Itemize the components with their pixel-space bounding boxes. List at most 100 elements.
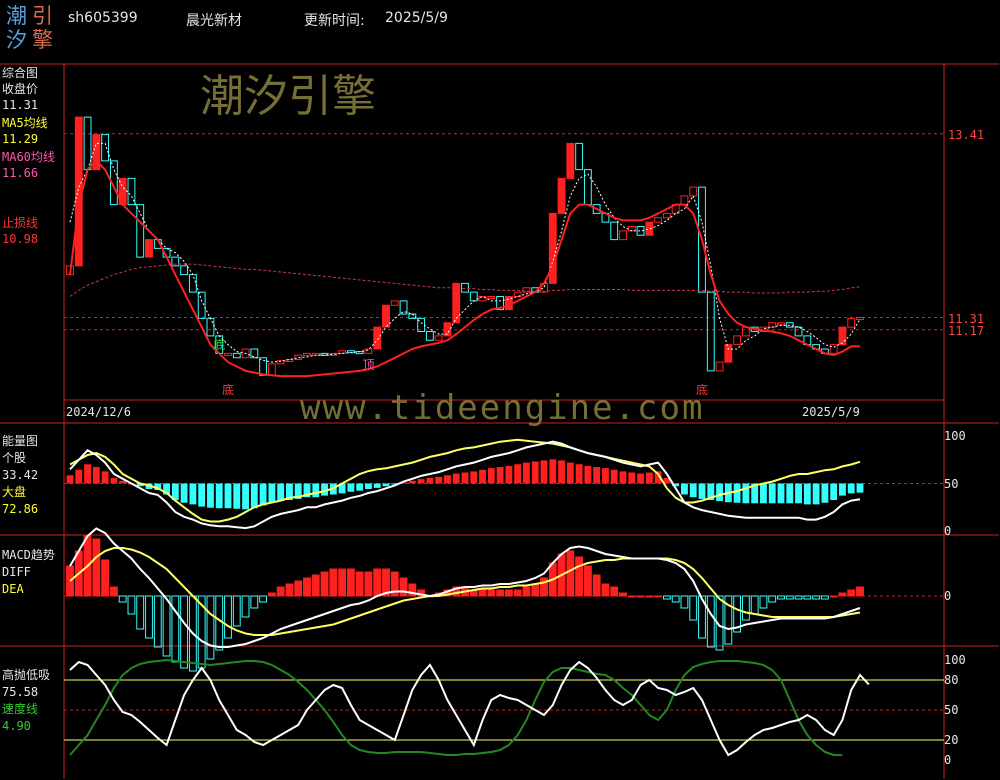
macd-bar <box>118 595 127 603</box>
energy-bar <box>637 473 644 484</box>
candle-bar <box>145 239 153 258</box>
main-legend-label: 10.98 <box>2 232 39 246</box>
energy-bar <box>224 483 232 509</box>
energy-bar <box>689 483 697 498</box>
main-legend-label: 收盘价 <box>2 82 39 96</box>
main-legend-label: MA60均线 <box>2 150 55 164</box>
energy-bar <box>549 459 557 484</box>
energy-bar <box>839 483 846 496</box>
energy-legend-label: 能量图 <box>2 434 39 448</box>
energy-bar <box>435 476 443 484</box>
candle-bar <box>101 134 110 162</box>
candle-bar <box>847 317 856 328</box>
energy-legend-label: 大盘 <box>2 485 27 499</box>
energy-bar <box>444 475 451 484</box>
main-legend-label: MA5均线 <box>2 116 48 130</box>
energy-bar <box>277 483 285 502</box>
stock-name: 晨光新材 <box>186 13 242 29</box>
tide-legend-label: 4.90 <box>2 719 31 733</box>
energy-bar <box>66 475 74 484</box>
macd-bar <box>741 595 750 621</box>
tide-legend-label: 高抛低吸 <box>2 668 51 682</box>
energy-bar <box>803 483 811 505</box>
stock-code: sh605399 <box>68 10 138 26</box>
macd-bar <box>346 568 355 597</box>
main-legend-label: 综合图 <box>2 66 39 80</box>
macd-bar <box>399 577 408 597</box>
candle-bar <box>434 335 443 341</box>
macd-bar <box>109 586 118 597</box>
candle-bar <box>232 352 241 359</box>
macd-bar <box>829 595 838 598</box>
candle-bar <box>785 322 794 328</box>
candle-bar <box>662 212 671 219</box>
candle-bar <box>188 274 197 293</box>
candle-bar <box>197 291 206 319</box>
energy-bar <box>268 483 276 503</box>
energy-bar <box>198 483 206 507</box>
energy-legend-label: 72.86 <box>2 502 39 516</box>
tide-tick-label: 100 <box>944 653 966 667</box>
candle-bar <box>715 361 724 372</box>
macd-legend-label: DEA <box>2 582 24 596</box>
candle-bar <box>443 322 452 337</box>
candle-bar <box>829 344 838 354</box>
candle-bar <box>724 344 733 363</box>
energy-bar <box>487 468 495 484</box>
energy-bar <box>417 479 425 484</box>
energy-bar <box>242 483 249 510</box>
energy-bar <box>461 472 469 484</box>
macd-bar <box>338 568 347 597</box>
candle-bar <box>206 317 215 337</box>
energy-bar <box>856 483 864 493</box>
macd-bar <box>478 589 487 597</box>
tide-legend-label: 速度线 <box>2 702 39 716</box>
candle-bar <box>303 352 311 356</box>
energy-bar <box>619 471 627 484</box>
energy-bar <box>575 464 583 484</box>
energy-bar <box>716 483 723 502</box>
energy-bar <box>681 483 688 495</box>
macd-bar <box>566 550 575 597</box>
macd-bar <box>162 595 171 657</box>
energy-bar <box>356 483 364 491</box>
candle-bar <box>259 357 268 376</box>
macd-bar <box>645 595 654 598</box>
macd-bar <box>583 565 592 597</box>
energy-bar <box>777 483 785 504</box>
update-date: 2025/5/9 <box>385 10 448 26</box>
macd-bar <box>206 595 215 660</box>
macd-bar <box>355 571 364 597</box>
energy-bar <box>610 469 618 484</box>
macd-bar <box>285 583 294 597</box>
macd-bar <box>619 592 627 597</box>
macd-zero-label: 0 <box>944 589 952 603</box>
candle-bar <box>294 354 303 360</box>
candle-bar <box>733 335 742 346</box>
candle-bar <box>645 221 654 236</box>
tide-tick-label: 20 <box>944 733 959 747</box>
price-tick-label: 13.41 <box>948 127 985 142</box>
macd-bar <box>627 595 636 598</box>
energy-bar <box>347 483 355 492</box>
signal-marker: 底 <box>213 338 226 352</box>
macd-bar <box>215 595 224 651</box>
macd-bar <box>145 595 153 639</box>
energy-bar <box>795 483 802 504</box>
macd-bar <box>259 595 268 603</box>
candle-bar <box>382 304 390 328</box>
energy-bar <box>733 483 741 503</box>
candle-bar <box>706 291 715 372</box>
energy-bar <box>558 460 565 484</box>
candle-bar <box>627 226 636 232</box>
tide-tick-label: 80 <box>944 673 959 687</box>
energy-tick-label: 0 <box>944 524 952 538</box>
energy-bar <box>408 480 416 484</box>
logo-char-3: 汐 <box>6 28 27 52</box>
macd-bar <box>276 586 285 597</box>
logo-char-4: 擎 <box>32 28 53 52</box>
macd-bar <box>101 559 110 597</box>
candle-bar <box>619 230 627 241</box>
candle-bar <box>469 291 478 302</box>
macd-bar <box>785 595 794 600</box>
